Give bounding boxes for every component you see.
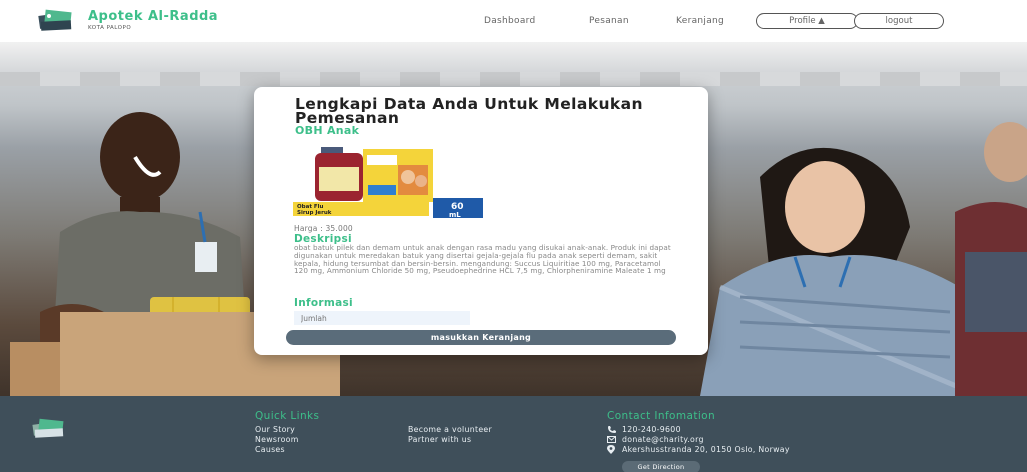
volunteer-background-person [955,122,1027,396]
location-pin-icon [607,445,617,454]
product-price: Harga : 35.000 [294,224,353,233]
contact-address[interactable]: Akershusstranda 20, 0150 Oslo, Norway [607,445,790,454]
logout-button[interactable]: logout [854,13,944,29]
contact-email-text: donate@charity.org [622,435,704,444]
add-to-cart-button[interactable]: masukkan Keranjang [286,330,676,345]
brand[interactable]: Apotek Al-Radda KOTA PALOPO [36,8,218,34]
page-title: Lengkapi Data Anda Untuk Melakukan Pemes… [295,95,643,127]
brand-name: Apotek Al-Radda [88,9,219,24]
footer-link-newsroom[interactable]: Newsroom [255,435,299,444]
footer-link-our-story[interactable]: Our Story [255,425,295,434]
footer: Quick Links Our Story Newsroom Causes Be… [0,396,1027,472]
contact-email[interactable]: donate@charity.org [607,435,704,444]
order-form-card: Lengkapi Data Anda Untuk Melakukan Pemes… [254,87,708,355]
brand-subtitle: KOTA PALOPO [88,25,132,31]
product-volume-unit: mL [449,211,461,218]
product-image: Obat Flu Sirup Jeruk 60 mL [293,143,483,218]
product-name: OBH Anak [295,124,360,137]
nav-dashboard[interactable]: Dashboard [484,16,536,26]
contact-address-text: Akershusstranda 20, 0150 Oslo, Norway [622,445,790,454]
info-heading: Informasi [294,297,353,309]
volunteer-woman-image [700,147,981,396]
hands-logo-icon[interactable] [30,418,70,440]
tent-edge [0,72,1027,86]
nav-keranjang[interactable]: Keranjang [676,16,724,26]
contact-phone[interactable]: 120-240-9600 [607,425,681,434]
contact-phone-text: 120-240-9600 [622,425,681,434]
nav-pesanan[interactable]: Pesanan [589,16,629,26]
quantity-input[interactable] [294,311,470,325]
profile-button[interactable]: Profile ▲ [756,13,858,29]
navbar: Apotek Al-Radda KOTA PALOPO Dashboard Pe… [0,0,1027,42]
hands-logo-icon [38,9,72,31]
product-label-line2: Sirup Jeruk [297,210,332,216]
quick-links-heading: Quick Links [255,410,320,422]
description-text: obat batuk pilek dan demam untuk anak de… [294,243,671,276]
phone-icon [607,425,617,434]
contact-heading: Contact Infomation [607,410,716,422]
footer-link-partner[interactable]: Partner with us [408,435,471,444]
footer-link-causes[interactable]: Causes [255,445,285,454]
mail-icon [607,436,617,443]
get-direction-button[interactable]: Get Direction [622,461,700,472]
footer-link-become-volunteer[interactable]: Become a volunteer [408,425,492,434]
